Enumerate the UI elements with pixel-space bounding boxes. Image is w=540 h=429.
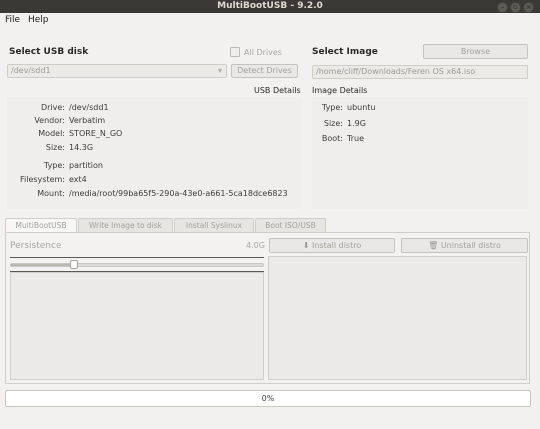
progress-text: 0% <box>261 394 275 403</box>
menu-file[interactable]: File <box>5 15 20 25</box>
install-distro-button[interactable]: ⬇ Install distro <box>269 238 395 253</box>
chevron-down-icon: ▾ <box>217 66 222 75</box>
usb-details-label: USB Details <box>254 86 301 95</box>
slider-top-rule <box>10 257 264 258</box>
checkbox-icon[interactable] <box>230 47 240 57</box>
progress-bar: 0% <box>5 390 531 407</box>
minimize-icon[interactable]: – <box>497 2 508 13</box>
tab-multibootusb[interactable]: MultiBootUSB <box>5 218 77 232</box>
select-image-label: Select Image <box>312 47 378 57</box>
all-drives-label: All Drives <box>244 47 282 57</box>
menu-help[interactable]: Help <box>28 15 49 25</box>
select-usb-label: Select USB disk <box>9 47 89 57</box>
download-arrow-icon: ⬇ <box>302 241 310 250</box>
tab-install-syslinux[interactable]: Install Syslinux <box>174 218 254 232</box>
image-details-panel <box>312 97 528 209</box>
tab-write-image[interactable]: Write Image to disk <box>78 218 173 232</box>
persistence-label: Persistence <box>10 241 62 251</box>
all-drives-checkbox[interactable]: All Drives <box>230 47 282 57</box>
usb-disk-value: /dev/sdd1 <box>11 66 51 75</box>
usb-disk-combo[interactable]: /dev/sdd1 ▾ <box>7 64 227 78</box>
persistence-value: 4.0G <box>246 241 265 250</box>
browse-button[interactable]: Browse <box>423 44 528 59</box>
tab-boot-iso-usb[interactable]: Boot ISO/USB <box>255 218 326 232</box>
image-path-field[interactable]: /home/cliff/Downloads/Feren OS x64.iso <box>312 65 528 79</box>
detect-drives-button[interactable]: Detect Drives <box>231 64 298 78</box>
slider-handle[interactable] <box>70 260 78 269</box>
installed-distro-list-left[interactable] <box>10 272 264 380</box>
close-icon[interactable]: × <box>523 2 534 13</box>
window-title: MultiBootUSB - 9.2.0 <box>217 1 323 11</box>
menu-bar <box>0 13 540 29</box>
image-details-label: Image Details <box>312 86 368 95</box>
uninstall-distro-button[interactable]: 🗑 Uninstall distro <box>401 238 528 253</box>
persistence-slider[interactable] <box>10 260 264 269</box>
trash-icon: 🗑 <box>428 241 439 250</box>
slider-fill <box>11 264 74 266</box>
maximize-icon[interactable]: ▫ <box>510 2 521 13</box>
installed-distro-list[interactable] <box>268 256 527 380</box>
